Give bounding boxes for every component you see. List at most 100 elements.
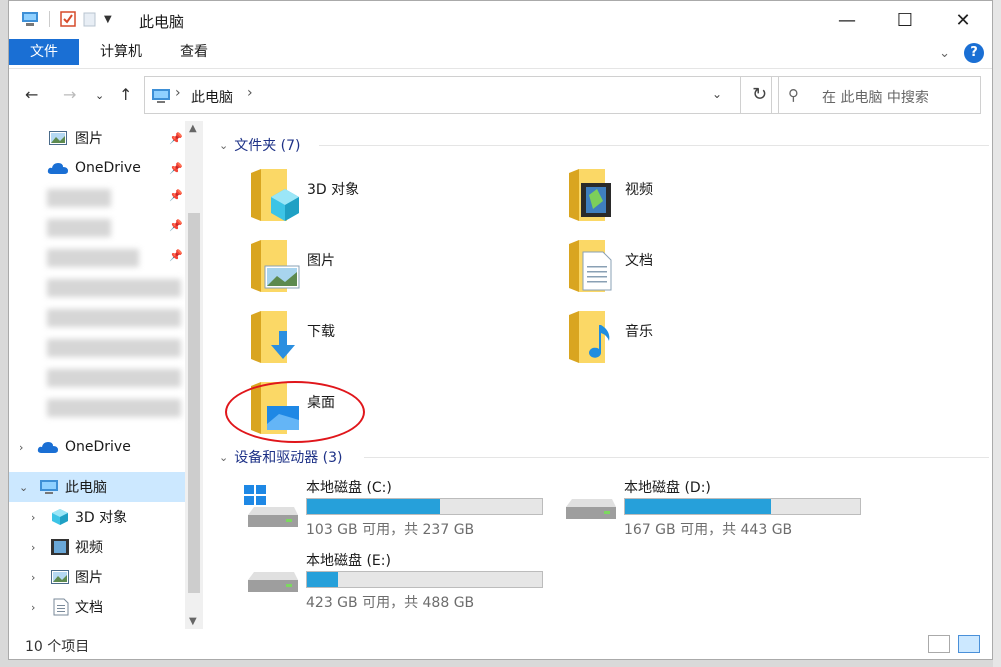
computer-icon [152,89,170,103]
redacted-item [47,339,181,357]
up-arrow-icon[interactable]: ↑ [119,85,132,104]
drive-d[interactable]: 本地磁盘 (D:) 167 GB 可用，共 443 GB [562,477,862,543]
sidebar-item-3d-objects[interactable]: › 3D 对象 [9,502,185,532]
help-icon[interactable]: ? [964,43,984,63]
sidebar-item-documents[interactable]: › 文档 [9,592,185,622]
details-view-icon[interactable] [928,635,950,653]
sidebar-item-pictures-pinned[interactable]: 图片 📌 [9,123,185,153]
navigation-bar: ← → ⌄ ↑ › 此电脑 › ⌄ ↻ ⚲ 在 此电脑 中搜索 [9,73,992,119]
qat-separator [49,11,50,27]
tab-file[interactable]: 文件 [9,39,79,65]
folder-name: 音乐 [625,324,653,340]
sidebar-item-label: 此电脑 [65,480,107,496]
sidebar-item-onedrive[interactable]: › OneDrive [9,432,185,462]
sidebar-item-videos[interactable]: › 视频 [9,532,185,562]
sidebar-item-onedrive-pinned[interactable]: OneDrive 📌 [9,153,185,183]
sidebar-item-label: 视频 [75,540,103,556]
back-arrow-icon[interactable]: ← [25,85,38,104]
videos-icon [51,539,69,555]
computer-icon[interactable] [21,11,39,27]
expand-ribbon-chevron-icon[interactable]: ⌄ [939,46,950,61]
drive-name: 本地磁盘 (C:) [306,480,392,496]
scroll-up-icon[interactable]: ▲ [189,123,197,134]
search-icon: ⚲ [788,86,799,104]
maximize-button[interactable]: ☐ [876,1,934,39]
folder-name: 视频 [625,182,653,198]
pictures-folder-icon [251,240,300,292]
collapse-chevron-icon[interactable]: ⌄ [219,451,228,464]
drive-name: 本地磁盘 (D:) [624,480,711,496]
drive-space-info: 103 GB 可用，共 237 GB [306,522,475,538]
collapse-chevron-icon[interactable]: ⌄ [19,481,28,494]
group-divider [319,145,989,146]
folder-name: 文档 [625,253,653,269]
videos-folder-icon [569,169,611,221]
folders-group-header[interactable]: ⌄ 文件夹 (7) [219,135,301,155]
background-window-right [993,0,1001,667]
pin-icon[interactable]: 📌 [169,132,183,145]
scrollbar-thumb[interactable] [188,213,200,593]
folder-name: 3D 对象 [307,182,360,198]
sidebar-item-this-pc[interactable]: ⌄ 此电脑 [9,472,185,502]
drive-space-info: 167 GB 可用，共 443 GB [624,522,793,538]
search-placeholder: 在 此电脑 中搜索 [822,90,929,106]
redacted-item [47,279,181,297]
scroll-down-icon[interactable]: ▼ [189,616,197,627]
expand-chevron-icon[interactable]: › [19,441,23,454]
sidebar-item-pictures[interactable]: › 图片 [9,562,185,592]
breadcrumb-this-pc[interactable]: 此电脑 [191,87,233,107]
breadcrumb-separator-icon[interactable]: › [247,85,253,101]
breadcrumb-separator-icon[interactable]: › [175,85,181,101]
item-count: 10 个项目 [25,639,90,655]
drives-group-header[interactable]: ⌄ 设备和驱动器 (3) [219,447,343,467]
tab-computer[interactable]: 计算机 [96,39,146,65]
documents-icon [53,598,69,616]
ribbon-right-controls: ⌄ ? [939,43,984,63]
new-folder-icon[interactable] [82,11,98,27]
folder-pictures[interactable]: 图片 [249,238,549,304]
sidebar-item-label: 3D 对象 [75,510,128,526]
pin-icon[interactable]: 📌 [169,162,183,175]
expand-chevron-icon[interactable]: › [31,601,35,614]
drive-name: 本地磁盘 (E:) [306,553,391,569]
pin-icon[interactable]: 📌 [169,249,183,262]
search-box[interactable]: ⚲ 在 此电脑 中搜索 [771,76,981,114]
window-title: 此电脑 [139,13,185,31]
redacted-item [47,309,181,327]
quick-access-toolbar: ▼ [21,11,112,27]
folder-3d-objects[interactable]: 3D 对象 [249,167,549,233]
folder-music[interactable]: 音乐 [567,309,867,375]
drive-usage-fill [307,572,339,587]
pin-icon[interactable]: 📌 [169,219,183,232]
3d-objects-icon [52,509,68,525]
tab-view[interactable]: 查看 [176,39,212,65]
content-pane: ⌄ 文件夹 (7) 3D 对象 视频 图片 文档 下载 音乐 桌面 ⌄ 设备和驱… [209,121,992,631]
folder-documents[interactable]: 文档 [567,238,867,304]
status-bar: 10 个项目 [9,631,992,659]
qat-dropdown-icon[interactable]: ▼ [104,14,112,25]
expand-chevron-icon[interactable]: › [31,511,35,524]
view-switcher [928,635,980,653]
onedrive-icon [47,163,68,174]
forward-arrow-icon[interactable]: → [63,85,76,104]
expand-chevron-icon[interactable]: › [31,571,35,584]
collapse-chevron-icon[interactable]: ⌄ [219,139,228,152]
folder-downloads[interactable]: 下载 [249,309,549,375]
minimize-button[interactable]: — [818,1,876,39]
sidebar-item-label: 文档 [75,600,103,616]
pin-icon[interactable]: 📌 [169,189,183,202]
large-icons-view-icon[interactable] [958,635,980,653]
windows-drive-icon [244,485,298,527]
recent-locations-chevron-icon[interactable]: ⌄ [95,89,104,102]
properties-check-icon[interactable] [60,11,76,27]
sidebar-scrollbar[interactable]: ▲ ▼ [185,121,203,629]
sidebar-item-label: 图片 [75,131,103,147]
hard-drive-icon [248,572,298,592]
folder-videos[interactable]: 视频 [567,167,867,233]
expand-chevron-icon[interactable]: › [31,541,35,554]
address-bar[interactable]: › 此电脑 › ⌄ ↻ [144,76,779,114]
drive-c[interactable]: 本地磁盘 (C:) 103 GB 可用，共 237 GB [244,477,544,543]
drive-e[interactable]: 本地磁盘 (E:) 423 GB 可用，共 488 GB [244,550,544,616]
close-button[interactable]: ✕ [934,1,992,39]
address-dropdown-icon[interactable]: ⌄ [712,87,722,101]
